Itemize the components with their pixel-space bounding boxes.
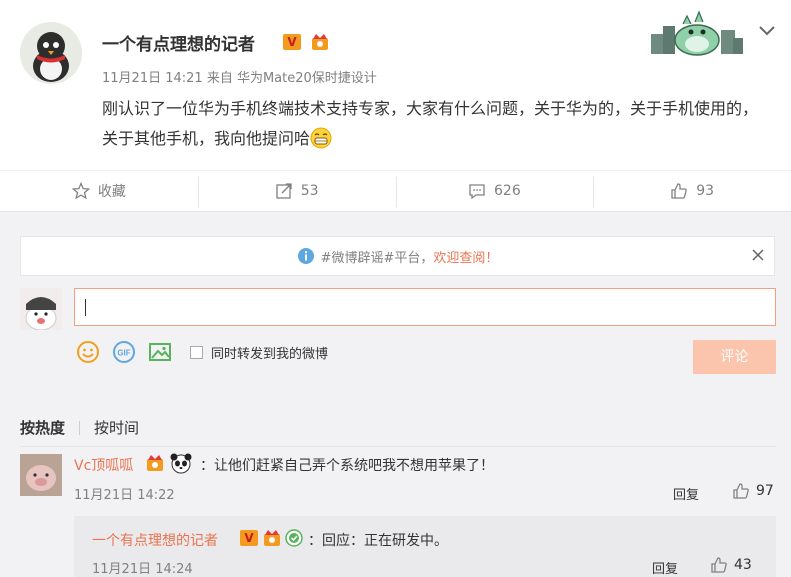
tab-sort-time[interactable]: 按时间: [94, 417, 139, 438]
comment-button[interactable]: 626: [395, 171, 594, 211]
comment-count: 626: [494, 183, 521, 199]
like-count: 93: [696, 183, 715, 199]
divider: [20, 446, 776, 447]
sub-comment-reply-button[interactable]: 回复: [652, 558, 678, 577]
verified-badge: V: [240, 530, 258, 546]
info-icon: [297, 248, 314, 264]
comments-section: #微博辟谣#平台， 欢迎查阅！ GIF 同时转发到我的微博 评论 按热度 按时间…: [0, 212, 791, 577]
comment-reply-button[interactable]: 回复: [673, 484, 699, 503]
thumbs-up-icon: [733, 483, 749, 499]
sub-comment-time: 11月21日 14:24: [92, 562, 193, 577]
sub-commenter-name[interactable]: 一个有点理想的记者: [92, 530, 218, 550]
sub-commenter-badges: V: [240, 528, 303, 548]
commenter-badges: [145, 452, 193, 474]
post-meta: 11月21日 14:21 来自 华为Mate20保时捷设计: [102, 71, 377, 86]
grin-emoji-icon: [310, 127, 332, 149]
repost-button[interactable]: 53: [197, 171, 396, 211]
tip-text: #微博辟谣#平台，: [320, 250, 434, 266]
sub-comment-text: ：回应：正在研发中。: [308, 533, 448, 549]
star-icon: [71, 182, 90, 200]
emoji-icon[interactable]: [76, 340, 100, 364]
repost-count: 53: [300, 183, 319, 199]
comment-input[interactable]: [74, 288, 776, 326]
vip-crown-icon: [147, 455, 163, 471]
thumbs-up-icon: [671, 183, 687, 199]
image-icon[interactable]: [148, 340, 172, 364]
close-icon[interactable]: [752, 249, 764, 261]
sub-comment-like-button[interactable]: 43: [710, 556, 752, 574]
comment-like-count: 97: [756, 483, 774, 499]
tab-divider: [79, 420, 81, 435]
favorite-button[interactable]: 收藏: [0, 171, 198, 211]
comment-text: ：让他们赶紧自己弄个系统吧我不想用苹果了！: [200, 458, 494, 474]
verified-badge: V: [283, 34, 301, 50]
tip-link[interactable]: 欢迎查阅！: [433, 247, 498, 266]
action-bar: 收藏 53 626 93: [0, 170, 791, 212]
repost-icon: [276, 183, 292, 199]
shield-check-icon: [285, 529, 303, 547]
comment-time: 11月21日 14:22: [74, 488, 175, 503]
submit-comment-button[interactable]: 评论: [693, 340, 776, 374]
thumbs-up-icon: [711, 557, 727, 573]
svg-text:GIF: GIF: [117, 349, 130, 358]
sort-tabs: 按热度 按时间: [20, 417, 139, 438]
post-content: 刚认识了一位华为手机终端技术支持专家，大家有什么问题，关于华为的，关于手机使用的…: [102, 94, 772, 154]
commenter-avatar[interactable]: [20, 454, 62, 496]
weibo-post: 一个有点理想的记者 V 11月21日 14:21 来自 华为Mate20保时捷设…: [0, 0, 791, 170]
vip-crown-icon: [312, 34, 328, 50]
repost-checkbox[interactable]: [190, 346, 203, 359]
tab-sort-hot[interactable]: 按热度: [20, 417, 65, 438]
comment-like-button[interactable]: 97: [732, 482, 774, 500]
rumor-tip-banner: #微博辟谣#平台， 欢迎查阅！: [20, 236, 775, 276]
author-name[interactable]: 一个有点理想的记者: [102, 30, 255, 55]
current-user-avatar[interactable]: [20, 288, 62, 331]
sub-comment: 一个有点理想的记者 V ：回应：正在研发中。 11月21日 14:24 回复 4…: [74, 516, 776, 577]
vip-crown-icon: [264, 530, 280, 546]
sub-comment-like-count: 43: [734, 557, 752, 573]
composer-tools: GIF: [76, 340, 184, 364]
repost-checkbox-label[interactable]: 同时转发到我的微博: [211, 343, 328, 362]
like-button[interactable]: 93: [593, 171, 791, 211]
comment-icon: [469, 184, 485, 200]
favorite-label: 收藏: [97, 184, 126, 200]
commenter-name[interactable]: Vc顶呱呱: [74, 455, 133, 475]
gif-icon[interactable]: GIF: [112, 340, 136, 364]
chevron-down-icon[interactable]: [758, 24, 776, 38]
panda-icon: [170, 453, 192, 474]
dinosaur-mascot-icon: [651, 10, 743, 56]
author-avatar[interactable]: [20, 22, 82, 84]
post-text: 刚认识了一位华为手机终端技术支持专家，大家有什么问题，关于华为的，关于手机使用的…: [102, 99, 759, 148]
text-caret: [85, 299, 86, 316]
